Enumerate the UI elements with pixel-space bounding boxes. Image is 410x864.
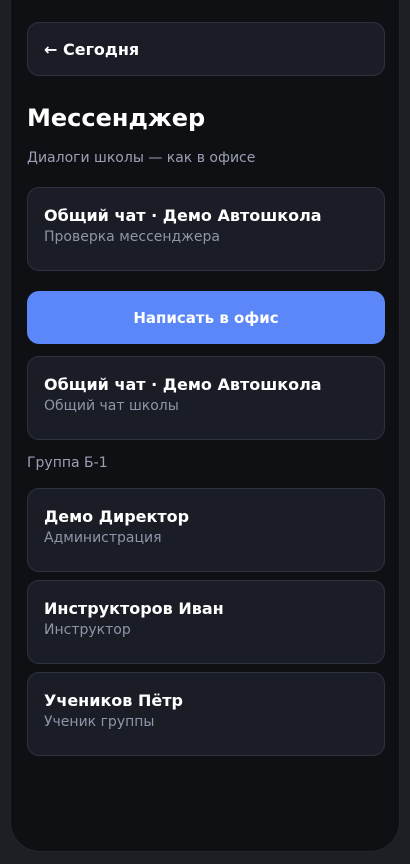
chat-item-school[interactable]: Общий чат · Демо Автошкола Общий чат шко… (27, 356, 385, 440)
page-title: Мессенджер (27, 104, 206, 132)
group-label: Группа Б-1 (27, 455, 108, 471)
device-frame: ← Сегодня Мессенджер Диалоги школы — как… (0, 0, 410, 864)
write-to-office-button[interactable]: Написать в офис (27, 291, 385, 344)
contact-role: Администрация (44, 530, 162, 546)
page-subtitle: Диалоги школы — как в офисе (27, 150, 256, 166)
back-label: ← Сегодня (44, 39, 140, 59)
back-button[interactable]: ← Сегодня (27, 22, 385, 76)
chat-description: Проверка мессенджера (44, 229, 220, 245)
contact-role: Инструктор (44, 622, 131, 638)
chat-item-director[interactable]: Демо Директор Администрация (27, 488, 385, 572)
contact-name: Инструкторов Иван (44, 599, 224, 618)
contact-name: Демо Директор (44, 507, 190, 526)
chat-name: Общий чат · Демо Автошкола (44, 206, 322, 225)
chat-description: Общий чат школы (44, 398, 179, 414)
chat-item-student[interactable]: Учеников Пётр Ученик группы (27, 672, 385, 756)
chat-item-instructor[interactable]: Инструкторов Иван Инструктор (27, 580, 385, 664)
chat-name: Общий чат · Демо Автошкола (44, 375, 322, 394)
write-to-office-label: Написать в офис (133, 308, 279, 327)
contact-role: Ученик группы (44, 714, 155, 730)
chat-item-test[interactable]: Общий чат · Демо Автошкола Проверка месс… (27, 187, 385, 271)
app-screen: ← Сегодня Мессенджер Диалоги школы — как… (10, 0, 400, 852)
contact-name: Учеников Пётр (44, 691, 183, 710)
